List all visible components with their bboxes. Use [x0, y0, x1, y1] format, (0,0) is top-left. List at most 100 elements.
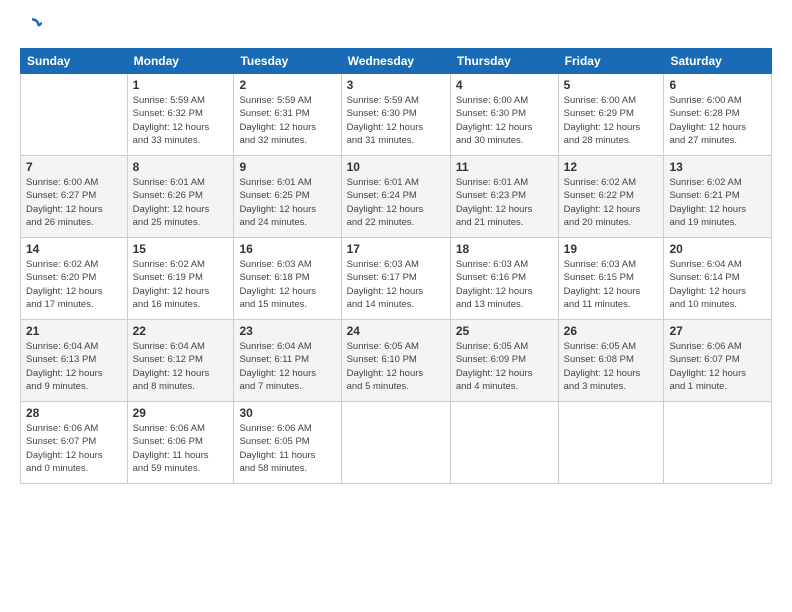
day-info: Sunrise: 6:06 AM Sunset: 6:06 PM Dayligh… [133, 422, 229, 475]
day-info: Sunrise: 6:05 AM Sunset: 6:09 PM Dayligh… [456, 340, 553, 393]
day-info: Sunrise: 5:59 AM Sunset: 6:30 PM Dayligh… [347, 94, 445, 147]
logo-icon [22, 16, 42, 36]
day-number: 9 [239, 160, 335, 174]
day-number: 27 [669, 324, 766, 338]
calendar-cell [341, 402, 450, 484]
day-info: Sunrise: 6:04 AM Sunset: 6:14 PM Dayligh… [669, 258, 766, 311]
calendar-cell: 7 Sunrise: 6:00 AM Sunset: 6:27 PM Daylig… [21, 156, 128, 238]
col-monday: Monday [127, 49, 234, 74]
day-info: Sunrise: 6:03 AM Sunset: 6:15 PM Dayligh… [564, 258, 659, 311]
day-number: 25 [456, 324, 553, 338]
logo [20, 15, 42, 36]
day-number: 15 [133, 242, 229, 256]
day-info: Sunrise: 6:01 AM Sunset: 6:23 PM Dayligh… [456, 176, 553, 229]
day-info: Sunrise: 6:05 AM Sunset: 6:10 PM Dayligh… [347, 340, 445, 393]
day-info: Sunrise: 6:00 AM Sunset: 6:29 PM Dayligh… [564, 94, 659, 147]
day-number: 2 [239, 78, 335, 92]
calendar-cell [664, 402, 772, 484]
col-friday: Friday [558, 49, 664, 74]
day-number: 6 [669, 78, 766, 92]
day-number: 29 [133, 406, 229, 420]
day-number: 17 [347, 242, 445, 256]
day-info: Sunrise: 6:04 AM Sunset: 6:12 PM Dayligh… [133, 340, 229, 393]
day-info: Sunrise: 6:00 AM Sunset: 6:27 PM Dayligh… [26, 176, 122, 229]
calendar-cell: 27 Sunrise: 6:06 AM Sunset: 6:07 PM Dayli… [664, 320, 772, 402]
day-number: 5 [564, 78, 659, 92]
calendar-cell: 15 Sunrise: 6:02 AM Sunset: 6:19 PM Dayli… [127, 238, 234, 320]
day-info: Sunrise: 6:06 AM Sunset: 6:07 PM Dayligh… [669, 340, 766, 393]
calendar-week-row: 28 Sunrise: 6:06 AM Sunset: 6:07 PM Dayli… [21, 402, 772, 484]
day-number: 1 [133, 78, 229, 92]
calendar-cell: 23Sunrise: 6:04 AM Sunset: 6:11 PM Dayli… [234, 320, 341, 402]
day-info: Sunrise: 6:03 AM Sunset: 6:16 PM Dayligh… [456, 258, 553, 311]
calendar-cell: 24 Sunrise: 6:05 AM Sunset: 6:10 PM Dayli… [341, 320, 450, 402]
day-number: 3 [347, 78, 445, 92]
calendar-cell: 16 Sunrise: 6:03 AM Sunset: 6:18 PM Dayli… [234, 238, 341, 320]
calendar-cell: 21Sunrise: 6:04 AM Sunset: 6:13 PM Dayli… [21, 320, 128, 402]
day-info: Sunrise: 6:01 AM Sunset: 6:24 PM Dayligh… [347, 176, 445, 229]
day-info: Sunrise: 6:06 AM Sunset: 6:05 PM Dayligh… [239, 422, 335, 475]
calendar-cell: 17 Sunrise: 6:03 AM Sunset: 6:17 PM Dayli… [341, 238, 450, 320]
day-info: Sunrise: 6:04 AM Sunset: 6:13 PM Dayligh… [26, 340, 122, 393]
day-number: 26 [564, 324, 659, 338]
day-info: Sunrise: 6:05 AM Sunset: 6:08 PM Dayligh… [564, 340, 659, 393]
day-info: Sunrise: 6:02 AM Sunset: 6:22 PM Dayligh… [564, 176, 659, 229]
calendar-cell: 28 Sunrise: 6:06 AM Sunset: 6:07 PM Dayli… [21, 402, 128, 484]
day-info: Sunrise: 6:02 AM Sunset: 6:21 PM Dayligh… [669, 176, 766, 229]
col-saturday: Saturday [664, 49, 772, 74]
col-wednesday: Wednesday [341, 49, 450, 74]
calendar-cell: 26 Sunrise: 6:05 AM Sunset: 6:08 PM Dayli… [558, 320, 664, 402]
day-info: Sunrise: 6:03 AM Sunset: 6:17 PM Dayligh… [347, 258, 445, 311]
day-number: 23 [239, 324, 335, 338]
calendar-cell: 5 Sunrise: 6:00 AM Sunset: 6:29 PM Daylig… [558, 74, 664, 156]
day-number: 14 [26, 242, 122, 256]
day-number: 28 [26, 406, 122, 420]
calendar-cell: 18 Sunrise: 6:03 AM Sunset: 6:16 PM Dayli… [450, 238, 558, 320]
page-header [20, 15, 772, 36]
day-number: 18 [456, 242, 553, 256]
calendar-cell: 3 Sunrise: 5:59 AM Sunset: 6:30 PM Daylig… [341, 74, 450, 156]
calendar-week-row: 14 Sunrise: 6:02 AM Sunset: 6:20 PM Dayli… [21, 238, 772, 320]
day-info: Sunrise: 6:02 AM Sunset: 6:19 PM Dayligh… [133, 258, 229, 311]
calendar-cell: 25 Sunrise: 6:05 AM Sunset: 6:09 PM Dayli… [450, 320, 558, 402]
calendar-cell [450, 402, 558, 484]
calendar-cell [21, 74, 128, 156]
calendar-cell: 22Sunrise: 6:04 AM Sunset: 6:12 PM Dayli… [127, 320, 234, 402]
calendar-cell: 20 Sunrise: 6:04 AM Sunset: 6:14 PM Dayli… [664, 238, 772, 320]
calendar-week-row: 7 Sunrise: 6:00 AM Sunset: 6:27 PM Daylig… [21, 156, 772, 238]
day-number: 7 [26, 160, 122, 174]
day-info: Sunrise: 5:59 AM Sunset: 6:31 PM Dayligh… [239, 94, 335, 147]
calendar-cell: 8Sunrise: 6:01 AM Sunset: 6:26 PM Daylig… [127, 156, 234, 238]
day-number: 16 [239, 242, 335, 256]
calendar-cell: 12 Sunrise: 6:02 AM Sunset: 6:22 PM Dayli… [558, 156, 664, 238]
day-number: 8 [133, 160, 229, 174]
day-info: Sunrise: 6:06 AM Sunset: 6:07 PM Dayligh… [26, 422, 122, 475]
calendar-cell: 1 Sunrise: 5:59 AM Sunset: 6:32 PM Daylig… [127, 74, 234, 156]
day-number: 24 [347, 324, 445, 338]
calendar-cell: 13 Sunrise: 6:02 AM Sunset: 6:21 PM Dayli… [664, 156, 772, 238]
calendar-cell: 19Sunrise: 6:03 AM Sunset: 6:15 PM Dayli… [558, 238, 664, 320]
day-number: 11 [456, 160, 553, 174]
day-info: Sunrise: 5:59 AM Sunset: 6:32 PM Dayligh… [133, 94, 229, 147]
calendar-cell: 29 Sunrise: 6:06 AM Sunset: 6:06 PM Dayli… [127, 402, 234, 484]
day-info: Sunrise: 6:01 AM Sunset: 6:25 PM Dayligh… [239, 176, 335, 229]
calendar-cell: 6Sunrise: 6:00 AM Sunset: 6:28 PM Daylig… [664, 74, 772, 156]
calendar-table: Sunday Monday Tuesday Wednesday Thursday… [20, 48, 772, 484]
day-number: 13 [669, 160, 766, 174]
calendar-page: Sunday Monday Tuesday Wednesday Thursday… [0, 0, 792, 612]
day-number: 20 [669, 242, 766, 256]
day-number: 4 [456, 78, 553, 92]
day-number: 10 [347, 160, 445, 174]
day-info: Sunrise: 6:02 AM Sunset: 6:20 PM Dayligh… [26, 258, 122, 311]
calendar-cell: 14 Sunrise: 6:02 AM Sunset: 6:20 PM Dayli… [21, 238, 128, 320]
calendar-cell: 4Sunrise: 6:00 AM Sunset: 6:30 PM Daylig… [450, 74, 558, 156]
calendar-cell [558, 402, 664, 484]
col-sunday: Sunday [21, 49, 128, 74]
calendar-cell: 11 Sunrise: 6:01 AM Sunset: 6:23 PM Dayli… [450, 156, 558, 238]
calendar-week-row: 21Sunrise: 6:04 AM Sunset: 6:13 PM Dayli… [21, 320, 772, 402]
calendar-header-row: Sunday Monday Tuesday Wednesday Thursday… [21, 49, 772, 74]
col-tuesday: Tuesday [234, 49, 341, 74]
day-info: Sunrise: 6:03 AM Sunset: 6:18 PM Dayligh… [239, 258, 335, 311]
day-number: 12 [564, 160, 659, 174]
calendar-cell: 9 Sunrise: 6:01 AM Sunset: 6:25 PM Daylig… [234, 156, 341, 238]
